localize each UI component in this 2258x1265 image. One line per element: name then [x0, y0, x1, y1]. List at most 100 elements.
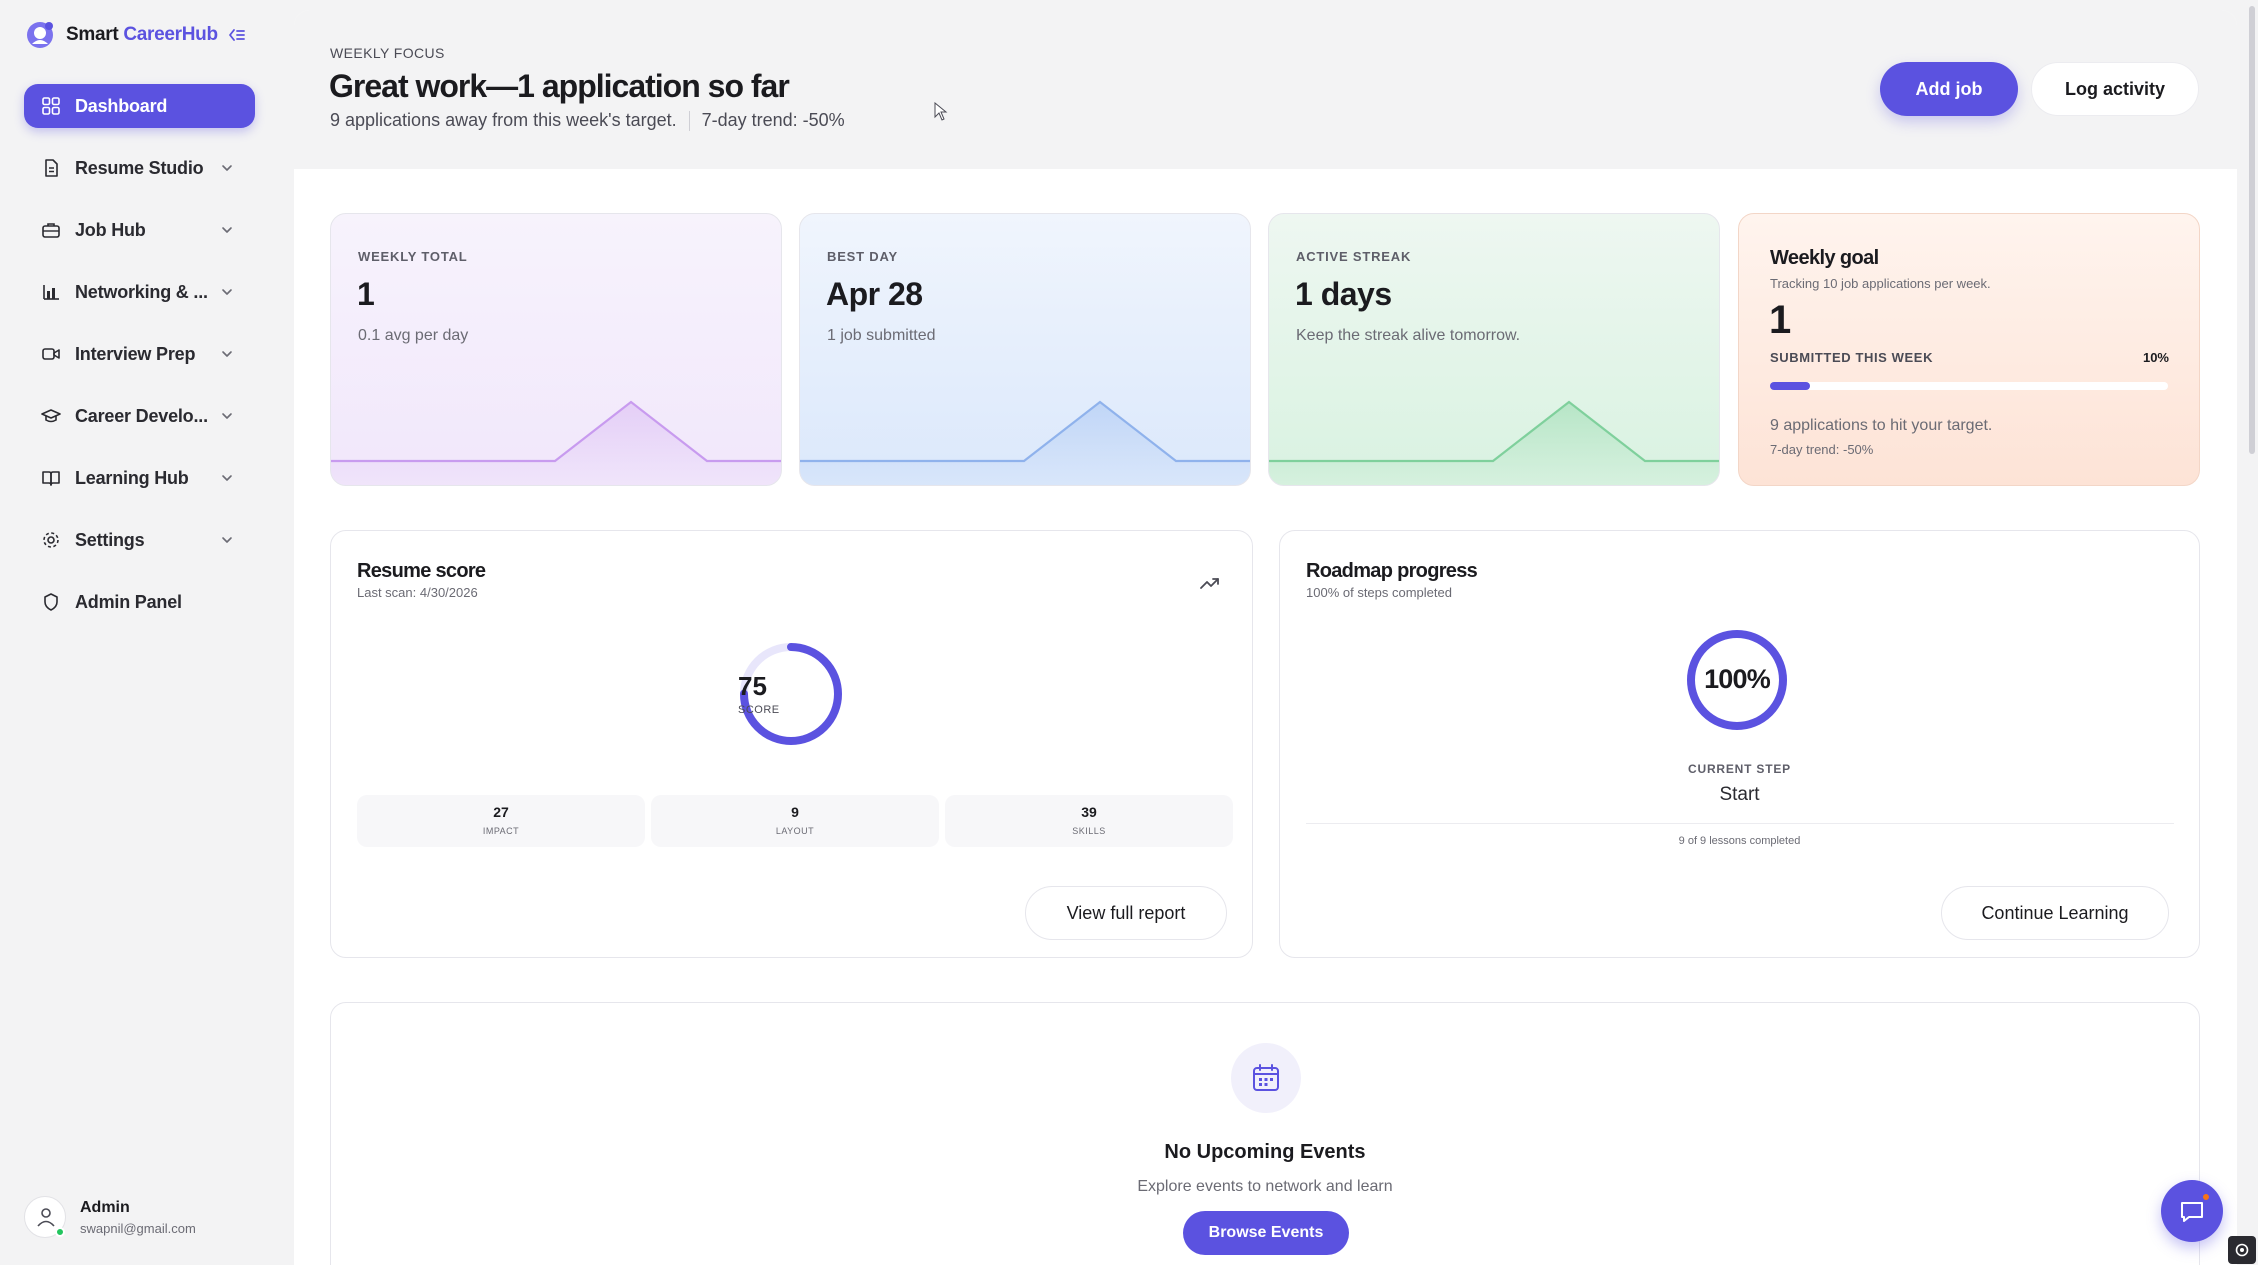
- sidebar-item-networking[interactable]: Networking & ...: [24, 270, 255, 314]
- mouse-cursor-icon: [934, 102, 948, 121]
- sidebar-item-job-hub[interactable]: Job Hub: [24, 208, 255, 252]
- browse-events-button[interactable]: Browse Events: [1183, 1211, 1349, 1255]
- briefcase-icon: [42, 223, 60, 238]
- goal-subtitle: Tracking 10 job applications per week.: [1770, 276, 1991, 291]
- chat-bubble-icon: [2181, 1202, 2203, 1222]
- chevron-down-icon[interactable]: [219, 408, 235, 424]
- metric-label: LAYOUT: [775, 826, 815, 836]
- chevron-down-icon[interactable]: [219, 284, 235, 300]
- score-value: 75: [738, 671, 767, 701]
- brand-name-part2: CareerHub: [123, 24, 218, 45]
- capture-glyph: [2235, 1243, 2249, 1257]
- sidebar-item-settings[interactable]: Settings: [24, 518, 255, 562]
- focus-kicker: WEEKLY FOCUS: [330, 45, 445, 61]
- sidebar-item-label: Interview Prep: [75, 343, 196, 364]
- card-subtitle: Last scan: 4/30/2026: [357, 585, 478, 600]
- weekly-goal-card: Weekly goal Tracking 10 job applications…: [1738, 213, 2200, 486]
- grid-icon: [42, 97, 60, 115]
- trending-up-icon[interactable]: [1198, 571, 1222, 595]
- chevron-down-icon[interactable]: [219, 470, 235, 486]
- shield-icon: [44, 593, 58, 611]
- collapse-sidebar-icon[interactable]: [226, 24, 248, 46]
- video-icon: [42, 348, 60, 360]
- user-profile[interactable]: Admin swapnil@gmail.com: [24, 1196, 196, 1238]
- metric-value: 9: [791, 804, 799, 820]
- best-day-card: BEST DAY Apr 28 1 job submitted: [799, 213, 1251, 486]
- notification-dot: [2201, 1192, 2211, 1202]
- event-icon-badge: [1231, 1043, 1301, 1113]
- chevron-down-icon[interactable]: [219, 222, 235, 238]
- resume-score-card: Resume score Last scan: 4/30/2026 75 SCO…: [330, 530, 1253, 958]
- events-empty-title: No Upcoming Events: [1164, 1141, 1366, 1163]
- chat-button[interactable]: [2161, 1180, 2223, 1242]
- metric-skills: 39 SKILLS: [945, 795, 1233, 847]
- user-icon: [37, 1208, 55, 1227]
- sidebar-item-label: Resume Studio: [75, 157, 204, 178]
- sidebar-item-label: Career Develo...: [75, 405, 208, 426]
- sidebar-nav: Dashboard Resume Studio Job Hub Networki…: [24, 84, 255, 642]
- upcoming-events-card: No Upcoming Events Explore events to net…: [330, 1002, 2200, 1265]
- gear-icon: [43, 532, 59, 548]
- weekly-focus-header: WEEKLY FOCUS Great work—1 application so…: [294, 10, 2237, 169]
- sidebar-item-career-development[interactable]: Career Develo...: [24, 394, 255, 438]
- metric-value: 39: [1081, 804, 1097, 820]
- brand-name: Smart CareerHub: [66, 24, 218, 46]
- sidebar-item-label: Dashboard: [75, 95, 168, 116]
- online-status-dot: [55, 1227, 65, 1237]
- goal-trend: 7-day trend: -50%: [1770, 442, 1874, 457]
- continue-learning-button[interactable]: Continue Learning: [1941, 886, 2169, 940]
- sidebar-item-resume-studio[interactable]: Resume Studio: [24, 146, 255, 190]
- graduation-cap-icon: [41, 409, 61, 423]
- avatar: [24, 1196, 66, 1238]
- page-title: Great work—1 application so far: [329, 68, 790, 104]
- calendar-icon: [1253, 1064, 1279, 1091]
- focus-subtitle: 9 applications away from this week's tar…: [330, 110, 845, 131]
- stat-kicker: BEST DAY: [827, 249, 898, 264]
- goal-percent: 10%: [2142, 350, 2169, 365]
- sidebar-item-dashboard[interactable]: Dashboard: [24, 84, 255, 128]
- focus-trend-text: 7-day trend: -50%: [701, 110, 845, 130]
- card-title: Roadmap progress: [1306, 560, 1478, 582]
- roadmap-progress-ring: 100%: [1685, 628, 1789, 732]
- sidebar-item-label: Networking & ...: [75, 281, 208, 302]
- active-streak-card: ACTIVE STREAK 1 days Keep the streak ali…: [1268, 213, 1720, 486]
- goal-label: SUBMITTED THIS WEEK: [1770, 350, 1934, 365]
- sidebar-item-interview-prep[interactable]: Interview Prep: [24, 332, 255, 376]
- goal-note: 9 applications to hit your target.: [1770, 417, 1993, 434]
- sidebar-item-label: Admin Panel: [75, 591, 182, 612]
- scrollbar-thumb[interactable]: [2249, 6, 2255, 454]
- resume-score-ring: 75 SCORE: [738, 641, 844, 747]
- events-empty-subtitle: Explore events to network and learn: [1137, 1178, 1393, 1195]
- chevron-down-icon[interactable]: [219, 532, 235, 548]
- weekly-total-card: WEEKLY TOTAL 1 0.1 avg per day: [330, 213, 782, 486]
- screen-capture-icon[interactable]: [2228, 1236, 2256, 1264]
- divider: [688, 110, 690, 131]
- focus-target-text: 9 applications away from this week's tar…: [330, 110, 677, 130]
- book-icon: [42, 471, 60, 486]
- card-title: Resume score: [357, 560, 486, 582]
- sidebar-item-admin-panel[interactable]: Admin Panel: [24, 580, 255, 624]
- sidebar-item-label: Job Hub: [75, 219, 146, 240]
- sidebar-item-learning-hub[interactable]: Learning Hub: [24, 456, 255, 500]
- scrollbar[interactable]: [2246, 0, 2258, 1265]
- stat-kicker: ACTIVE STREAK: [1296, 249, 1412, 264]
- stat-value: Apr 28: [826, 276, 923, 312]
- brand-logo-icon: [27, 22, 53, 48]
- bar-chart-icon: [43, 285, 59, 300]
- log-activity-button[interactable]: Log activity: [2031, 62, 2199, 116]
- chevron-down-icon[interactable]: [219, 160, 235, 176]
- metric-label: IMPACT: [482, 826, 520, 836]
- metric-layout: 9 LAYOUT: [651, 795, 939, 847]
- brand[interactable]: Smart CareerHub: [24, 18, 218, 52]
- stat-value: 1 days: [1295, 276, 1392, 312]
- sparkline: [331, 400, 781, 485]
- stat-note: 1 job submitted: [827, 327, 936, 344]
- goal-progress-bar: [1770, 382, 2168, 390]
- roadmap-progress-card: Roadmap progress 100% of steps completed…: [1279, 530, 2200, 958]
- sparkline: [1269, 400, 1719, 485]
- document-icon: [45, 159, 58, 177]
- chevron-down-icon[interactable]: [219, 346, 235, 362]
- add-job-button[interactable]: Add job: [1880, 62, 2018, 116]
- user-email: swapnil@gmail.com: [80, 1220, 196, 1236]
- view-full-report-button[interactable]: View full report: [1025, 886, 1227, 940]
